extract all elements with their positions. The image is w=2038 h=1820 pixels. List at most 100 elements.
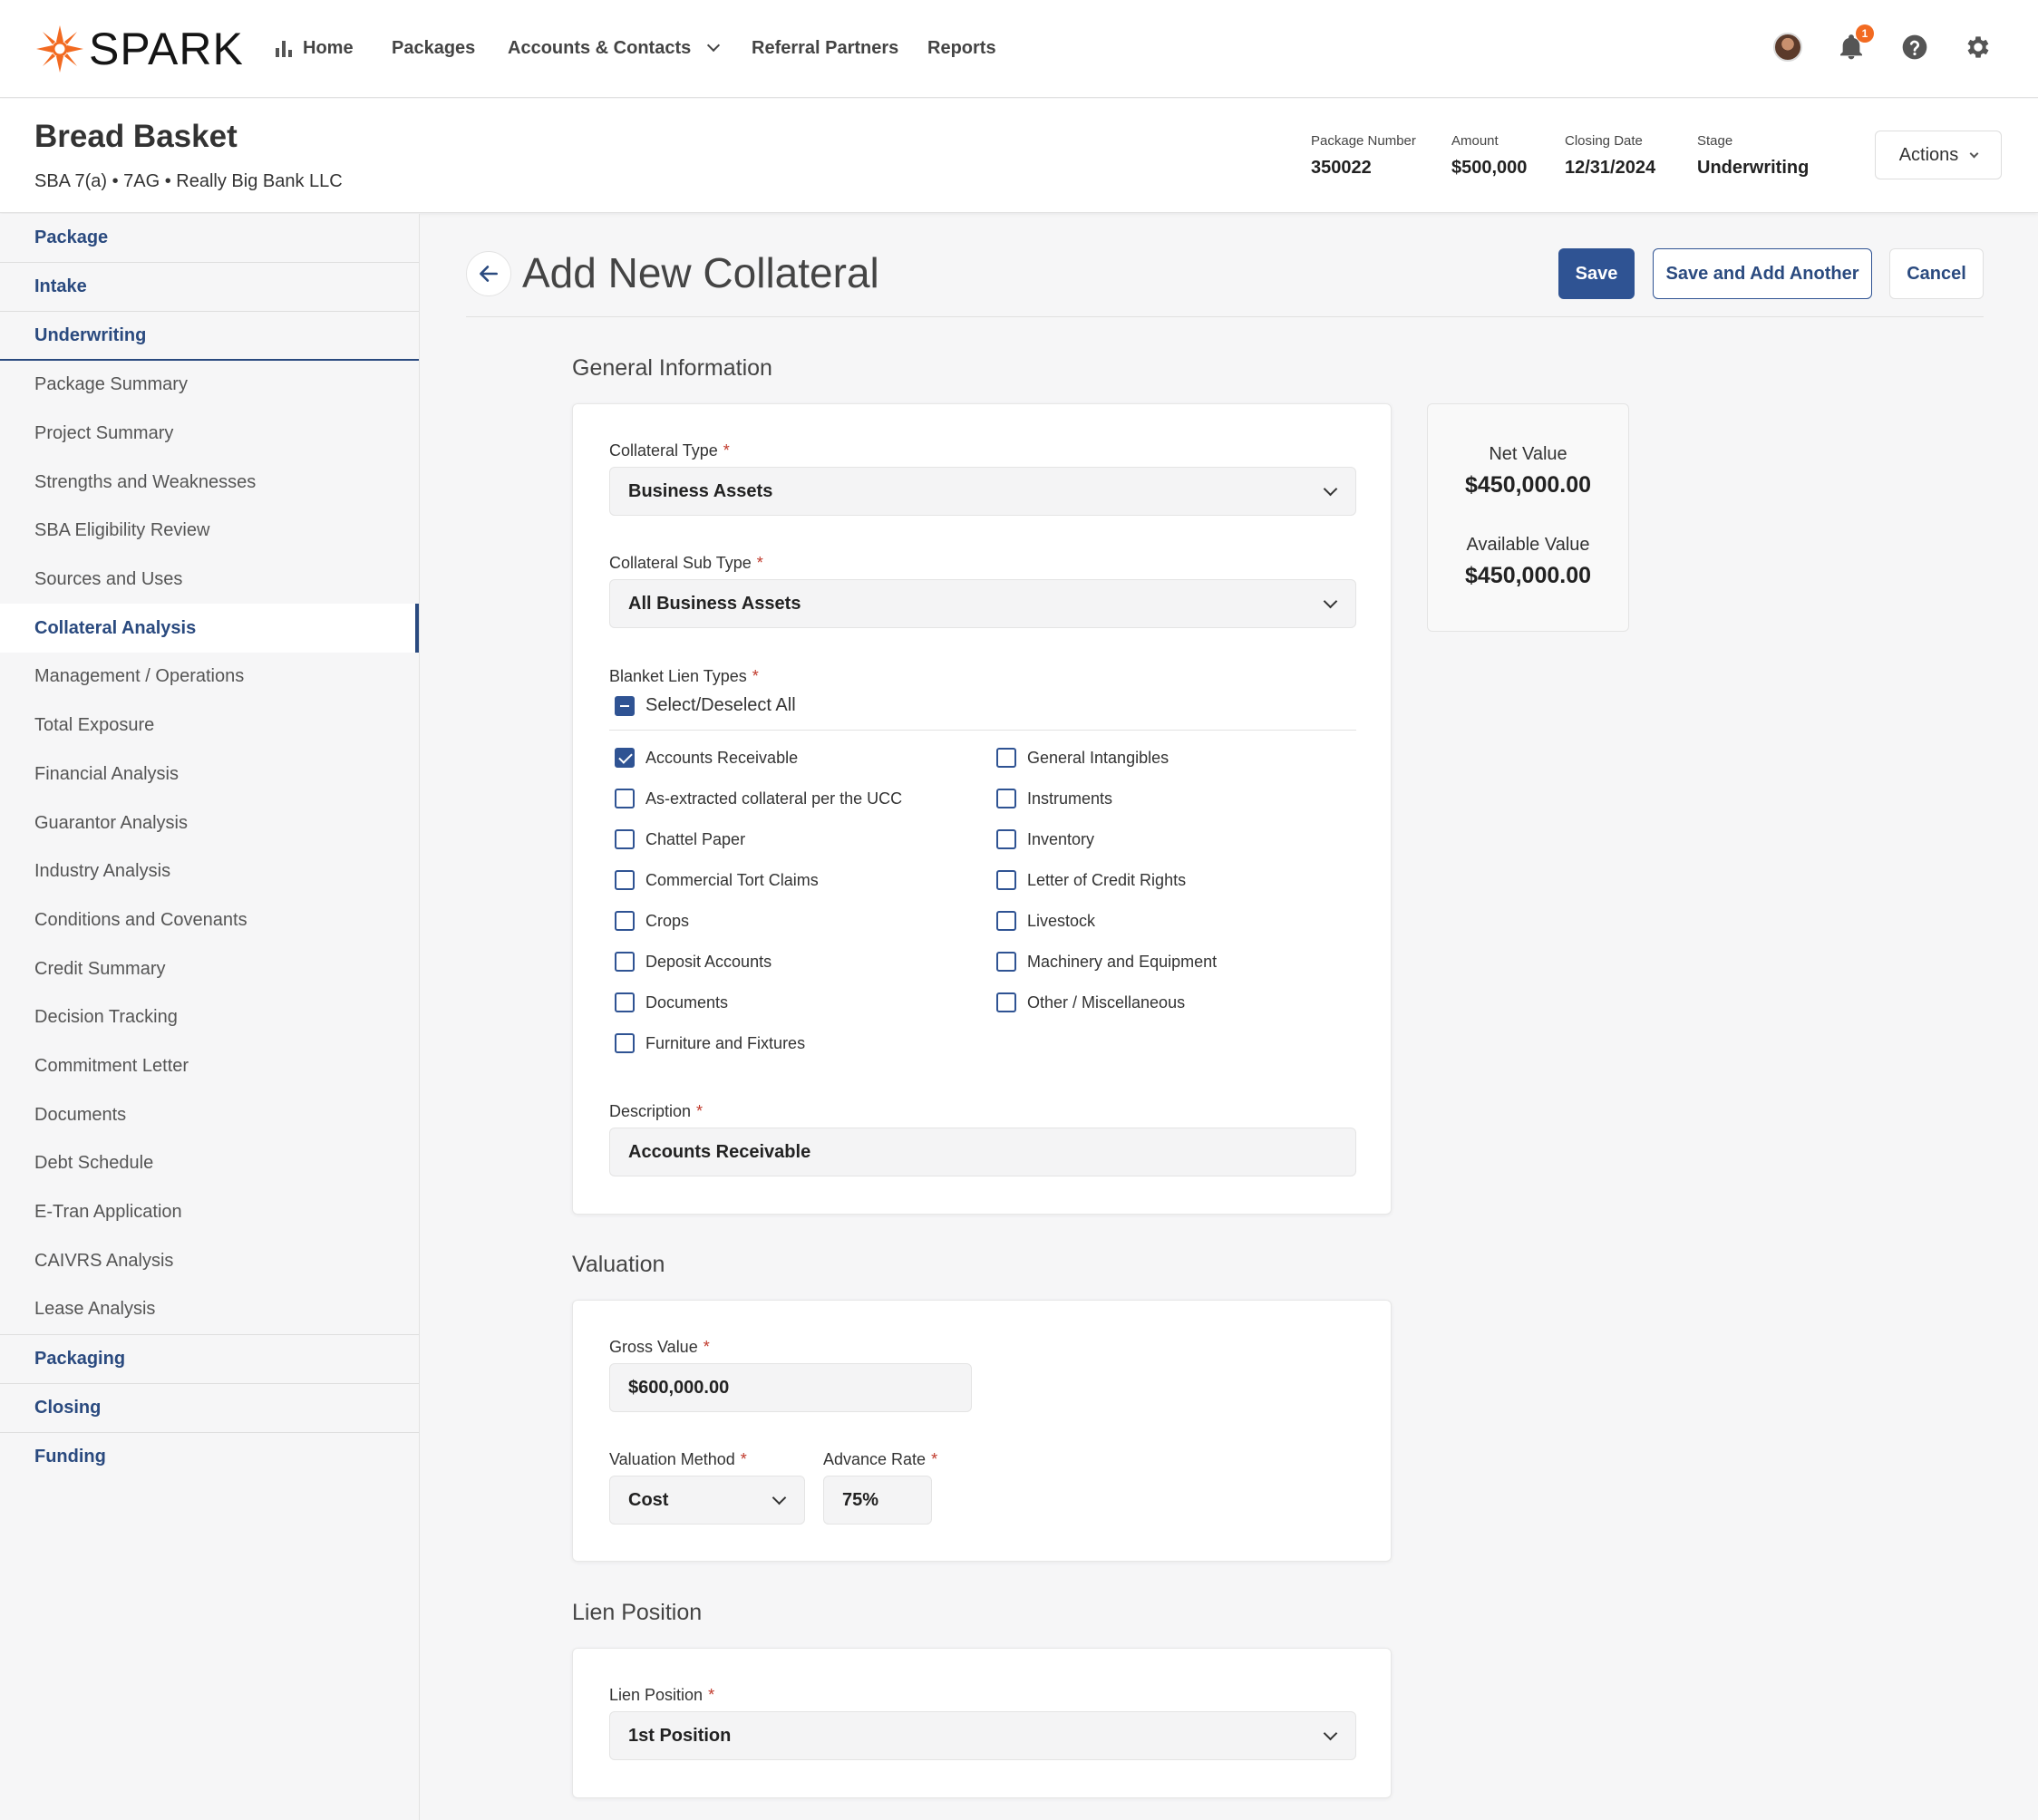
stage-value: Underwriting [1697,158,1810,178]
sidebar-section-packaging[interactable]: Packaging [0,1335,419,1384]
valuation-method-select[interactable]: Cost [609,1476,805,1525]
sidebar-item-documents[interactable]: Documents [0,1090,419,1139]
nav-packages[interactable]: Packages [392,34,475,62]
nav-home[interactable]: Home [276,34,354,62]
sidebar-item-industry-analysis[interactable]: Industry Analysis [0,847,419,896]
sidebar-item-sources-uses[interactable]: Sources and Uses [0,556,419,605]
sidebar-item-debt-schedule[interactable]: Debt Schedule [0,1139,419,1188]
checkbox-icon [996,829,1016,849]
required-asterisk: * [708,1686,715,1704]
sidebar-item-credit-summary[interactable]: Credit Summary [0,944,419,993]
available-value-label: Available Value [1466,535,1590,555]
sidebar-item-commitment-letter[interactable]: Commitment Letter [0,1042,419,1091]
actions-button[interactable]: Actions [1875,131,2002,179]
lien-type-checkbox[interactable]: Deposit Accounts [615,952,772,972]
lien-type-checkbox[interactable]: Commercial Tort Claims [615,870,819,890]
sidebar-section-intake[interactable]: Intake [0,263,419,312]
chevron-down-icon [1969,149,1979,158]
sidebar-item-management[interactable]: Management / Operations [0,653,419,702]
checkbox-icon [996,748,1016,768]
value-summary-panel: Net Value $450,000.00 Available Value $4… [1427,403,1629,632]
lien-type-checkbox[interactable]: Chattel Paper [615,829,745,849]
sidebar-section-underwriting[interactable]: Underwriting [0,312,419,361]
top-navigation: SPARK Home Packages Accounts & Contacts … [0,0,2038,98]
advance-rate-input[interactable]: 75% [823,1476,932,1525]
select-deselect-all-checkbox[interactable]: Select/Deselect All [615,695,796,716]
nav-accounts-contacts[interactable]: Accounts & Contacts [508,34,721,62]
lien-type-checkbox[interactable]: Livestock [996,911,1095,931]
lien-type-label: Other / Miscellaneous [1027,992,1186,1012]
sidebar-item-caivrs-analysis[interactable]: CAIVRS Analysis [0,1236,419,1285]
sidebar-item-strengths-weaknesses[interactable]: Strengths and Weaknesses [0,458,419,507]
advance-rate-label-text: Advance Rate [823,1450,927,1468]
spark-logo[interactable]: SPARK [34,22,244,76]
stage-label: Stage [1697,133,1733,149]
net-value: $450,000.00 [1464,472,1592,498]
sidebar-item-guarantor-analysis[interactable]: Guarantor Analysis [0,799,419,847]
back-button[interactable] [466,251,511,296]
closing-date: Closing Date 12/31/2024 [1565,133,1655,179]
nav-referral-partners[interactable]: Referral Partners [752,34,898,62]
lien-type-checkbox[interactable]: General Intangibles [996,748,1169,768]
required-asterisk: * [703,1338,710,1356]
lien-type-label: Deposit Accounts [645,952,772,971]
page-header: Add New Collateral Save Save and Add Ano… [466,245,1984,317]
sidebar-item-project-summary[interactable]: Project Summary [0,410,419,459]
gross-value-input[interactable]: $600,000.00 [609,1363,972,1412]
lien-type-checkbox[interactable]: Machinery and Equipment [996,952,1217,972]
sidebar-section-funding[interactable]: Funding [0,1433,419,1482]
sidebar-section-closing[interactable]: Closing [0,1384,419,1433]
lien-type-checkbox[interactable]: Letter of Credit Rights [996,870,1186,890]
collateral-sub-type-label-text: Collateral Sub Type [609,554,752,572]
sidebar-item-package-summary[interactable]: Package Summary [0,361,419,410]
lien-type-checkbox[interactable]: As-extracted collateral per the UCC [615,789,902,808]
nav-reports[interactable]: Reports [927,34,996,62]
lien-type-checkbox[interactable]: Furniture and Fixtures [615,1033,805,1053]
collateral-type-label-text: Collateral Type [609,441,718,460]
advance-rate-label: Advance Rate * [823,1450,937,1469]
amount-value: $500,000 [1451,158,1528,178]
gear-icon[interactable] [1964,33,1993,62]
sidebar-item-decision-tracking[interactable]: Decision Tracking [0,993,419,1042]
collateral-sub-type-select[interactable]: All Business Assets [609,579,1356,628]
cancel-button[interactable]: Cancel [1889,248,1984,299]
required-asterisk: * [931,1450,938,1468]
lien-type-label: Chattel Paper [645,829,746,848]
lien-position-label: Lien Position * [609,1686,714,1705]
sidebar-item-financial-analysis[interactable]: Financial Analysis [0,750,419,799]
blanket-lien-types-label-text: Blanket Lien Types [609,667,747,685]
lien-type-label: Furniture and Fixtures [645,1033,806,1052]
lien-type-checkbox[interactable]: Accounts Receivable [615,748,798,768]
user-avatar[interactable] [1773,33,1802,62]
collateral-type-value: Business Assets [628,480,773,501]
sidebar-item-conditions-covenants[interactable]: Conditions and Covenants [0,896,419,945]
valuation-method-label: Valuation Method * [609,1450,747,1469]
closing-date-label: Closing Date [1565,133,1643,149]
description-input[interactable]: Accounts Receivable [609,1128,1356,1176]
required-asterisk: * [723,441,730,460]
save-button[interactable]: Save [1558,248,1635,299]
sidebar-item-lease-analysis[interactable]: Lease Analysis [0,1285,419,1334]
chevron-down-icon [1323,481,1338,497]
checkbox-icon [996,789,1016,808]
required-asterisk: * [752,667,759,685]
sidebar-item-total-exposure[interactable]: Total Exposure [0,702,419,750]
sidebar-item-etran-application[interactable]: E-Tran Application [0,1188,419,1237]
chevron-down-icon [772,1490,787,1505]
sidebar-item-sba-eligibility[interactable]: SBA Eligibility Review [0,507,419,556]
sidebar-section-package[interactable]: Package [0,214,419,263]
collateral-type-select[interactable]: Business Assets [609,467,1356,516]
lien-type-label: Instruments [1027,789,1113,808]
lien-type-checkbox[interactable]: Inventory [996,829,1094,849]
lien-type-checkbox[interactable]: Crops [615,911,689,931]
lien-position-select[interactable]: 1st Position [609,1711,1356,1760]
checkbox-icon [996,870,1016,890]
lien-position-title: Lien Position [572,1600,703,1625]
lien-type-checkbox[interactable]: Instruments [996,789,1112,808]
sidebar-item-collateral-analysis[interactable]: Collateral Analysis [0,604,419,653]
save-and-add-another-button[interactable]: Save and Add Another [1653,248,1872,299]
lien-type-checkbox[interactable]: Documents [615,992,728,1012]
help-icon[interactable] [1900,33,1929,62]
lien-type-checkbox[interactable]: Other / Miscellaneous [996,992,1185,1012]
checkbox-icon [996,911,1016,931]
